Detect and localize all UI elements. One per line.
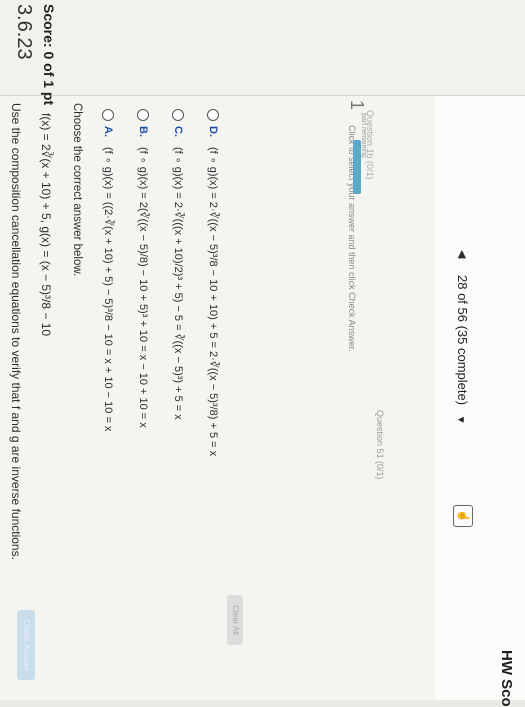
help-hand-icon[interactable]: ☝ xyxy=(453,505,473,527)
sidebar: Score: 0 of 1 pt 3.6.23 xyxy=(0,0,525,105)
option-b-text: (f ∘ g)(x) = 2(∛((x − 5)/8) − 10 + 5)³ +… xyxy=(137,147,149,428)
clear-all-button[interactable]: Clear All xyxy=(227,595,243,645)
radio-option-c[interactable] xyxy=(172,109,185,121)
radio-option-a[interactable] xyxy=(102,109,115,121)
question-counter-label: 28 of 56 (35 complete) xyxy=(455,275,470,406)
question-counter[interactable]: 28 of 56 (35 complete) ▼ xyxy=(455,275,470,425)
option-c-letter: C. xyxy=(172,126,185,137)
top-bar: ◀ 28 of 56 (35 complete) ▼ ☝ HW Sco xyxy=(435,0,525,707)
chevron-down-icon[interactable]: ▼ xyxy=(455,415,466,425)
radio-option-b[interactable] xyxy=(137,109,150,121)
parts-remaining-count: 1 xyxy=(347,100,367,111)
option-a[interactable]: A. (f ∘ g)(x) = ((2·∛(x + 10) + 5) − 5)³… xyxy=(102,109,115,431)
option-a-letter: A. xyxy=(102,126,115,137)
parts-progress-bar xyxy=(353,140,361,194)
option-c-text: (f ∘ g)(x) = 2·∛(((x + 10)/2)³ + 5) − 5 … xyxy=(172,147,184,420)
part-status: Question 1b (0/1) xyxy=(365,110,375,180)
option-d[interactable]: D. (f ∘ g)(x) = 2·∛((x − 5)³/8 − 10 + 10… xyxy=(207,109,220,456)
page: ◀ 28 of 56 (35 complete) ▼ ☝ HW Sco Scor… xyxy=(0,0,525,707)
check-answer-button[interactable]: Check Answer xyxy=(17,610,35,680)
homework-title: HW Sco xyxy=(498,650,515,707)
question-id: 3.6.23 xyxy=(13,4,35,60)
option-b[interactable]: B. (f ∘ g)(x) = 2(∛((x − 5)/8) − 10 + 5)… xyxy=(137,109,150,428)
option-b-letter: B. xyxy=(137,126,150,137)
option-d-text: (f ∘ g)(x) = 2·∛((x − 5)³/8 − 10 + 10) +… xyxy=(207,147,219,457)
option-c[interactable]: C. (f ∘ g)(x) = 2·∛(((x + 10)/2)³ + 5) −… xyxy=(172,109,185,420)
score-label: Score: 0 of 1 pt xyxy=(41,4,57,106)
given-functions: f(x) = 2∛(x + 10) + 5, g(x) = (x − 5)³/8… xyxy=(39,113,53,337)
option-a-text: (f ∘ g)(x) = ((2·∛(x + 10) + 5) − 5)³/8 … xyxy=(102,147,114,432)
previous-question-arrow[interactable]: ◀ xyxy=(456,250,469,258)
radio-option-d[interactable] xyxy=(207,109,220,121)
question-status: Question 51 (0/1) xyxy=(375,410,385,480)
option-d-letter: D. xyxy=(207,126,220,137)
question-instruction: Use the composition cancellation equatio… xyxy=(9,103,23,560)
question-panel: Use the composition cancellation equatio… xyxy=(9,95,433,695)
answer-prompt: Choose the correct answer below. xyxy=(71,103,83,277)
